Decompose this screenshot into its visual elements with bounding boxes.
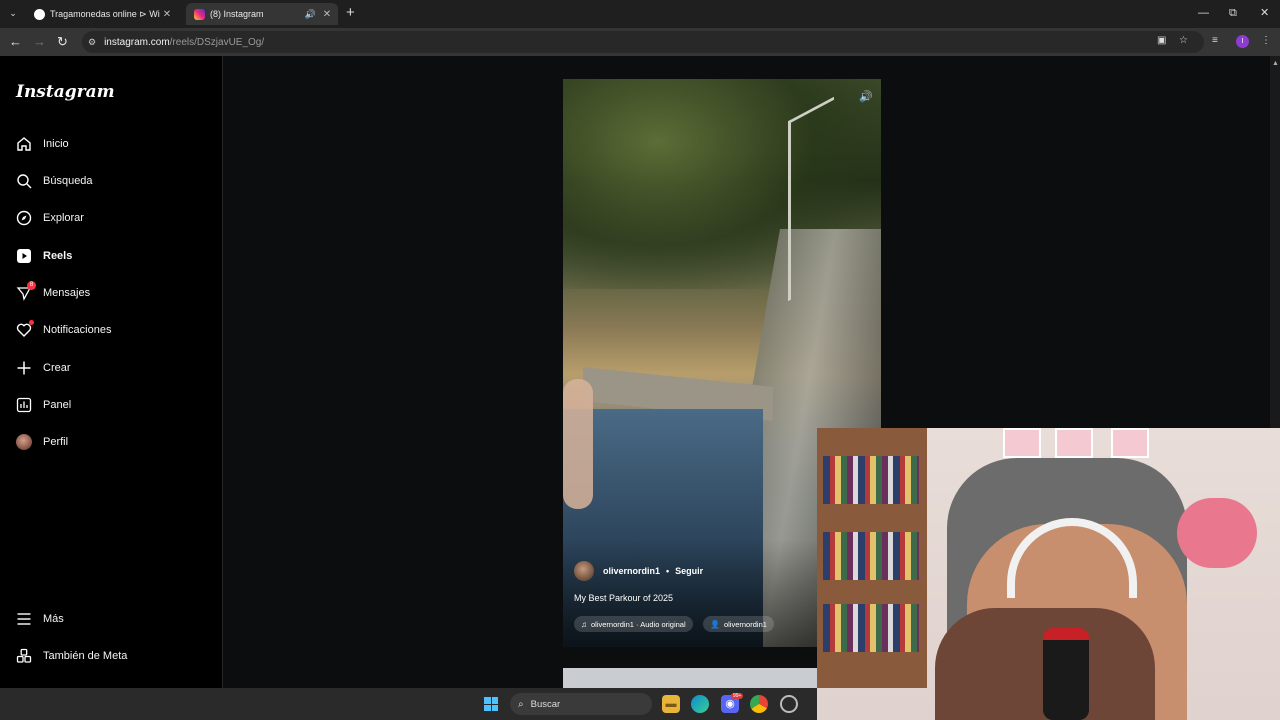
sidebar-item-panel[interactable]: Panel xyxy=(16,393,71,417)
tab-audio-icon[interactable]: 🔊 xyxy=(305,9,316,20)
search-icon xyxy=(16,173,32,189)
sidebar-item-inicio[interactable]: Inicio xyxy=(16,132,69,156)
close-tab-icon[interactable]: ✕ xyxy=(320,9,334,20)
sidebar-item-busqueda[interactable]: Búsqueda xyxy=(16,169,93,193)
chrome-icon[interactable] xyxy=(750,695,768,713)
minimize-button[interactable]: — xyxy=(1198,6,1209,20)
sidebar-item-label: Inicio xyxy=(43,138,69,150)
sidebar-item-label: Búsqueda xyxy=(43,175,93,187)
webcam-overlay xyxy=(817,428,1280,720)
avatar xyxy=(16,434,32,450)
instagram-favicon-icon xyxy=(194,8,205,20)
taskbar: ⌕ Buscar ▬ ◉ 99+ xyxy=(0,688,817,720)
taskbar-search-label: Buscar xyxy=(530,698,561,710)
sidebar-item-perfil[interactable]: Perfil xyxy=(16,430,68,454)
volume-icon[interactable]: 🔊 xyxy=(858,89,874,105)
sidebar-item-label: Mensajes xyxy=(43,287,91,299)
unread-badge: 8 xyxy=(27,281,36,290)
plush-toy xyxy=(1177,498,1257,568)
site-info-icon[interactable]: ⚙ xyxy=(88,37,96,48)
install-app-icon[interactable]: ▣ xyxy=(1157,35,1166,46)
reels-icon xyxy=(16,248,32,264)
compass-icon xyxy=(16,210,32,226)
screen: ⌄ Tragamonedas online ⊳ WineB ✕ (8) Inst… xyxy=(0,0,1280,720)
sidebar-item-label: Perfil xyxy=(43,436,69,448)
file-explorer-icon[interactable]: ▬ xyxy=(662,695,680,713)
scroll-up-arrow-icon[interactable]: ▲ xyxy=(1272,60,1279,67)
sidebar: Instagram Inicio Búsqueda Explorar Reels… xyxy=(0,56,223,688)
kebab-menu-icon[interactable]: ⋮ xyxy=(1261,35,1271,46)
tab-tragamonedas[interactable]: Tragamonedas online ⊳ WineB ✕ xyxy=(26,3,178,25)
sidebar-item-tambien-de-meta[interactable]: También de Meta xyxy=(16,644,127,668)
plus-icon xyxy=(16,360,32,376)
close-tab-icon[interactable]: ✕ xyxy=(160,9,174,20)
sidebar-item-label: También de Meta xyxy=(43,650,128,662)
messenger-icon: 8 xyxy=(16,281,36,301)
obs-icon[interactable] xyxy=(780,695,798,713)
separator: • xyxy=(666,566,670,576)
microphone xyxy=(1043,628,1089,720)
meta-icon xyxy=(16,648,32,664)
chart-icon xyxy=(16,397,32,413)
forward-arrow-icon[interactable]: → xyxy=(33,34,46,50)
sidebar-item-label: Más xyxy=(43,613,64,625)
sidebar-item-label: Notificaciones xyxy=(43,324,112,336)
back-arrow-icon[interactable]: ← xyxy=(9,34,22,50)
close-window-button[interactable]: ✕ xyxy=(1260,6,1269,20)
restore-button[interactable]: ⧉ xyxy=(1229,6,1237,20)
menu-icon xyxy=(16,611,32,627)
reel-author: olivernordin1 • Seguir xyxy=(574,561,703,581)
sidebar-item-label: Crear xyxy=(43,362,71,374)
media-controls-icon[interactable]: ≡ xyxy=(1212,35,1218,46)
reload-icon[interactable]: ↻ xyxy=(57,34,68,50)
windows-start-icon[interactable] xyxy=(484,697,498,711)
reel-caption[interactable]: My Best Parkour of 2025 xyxy=(574,593,673,603)
discord-badge: 99+ xyxy=(731,693,744,699)
sidebar-item-label: Reels xyxy=(43,250,73,262)
sidebar-item-explorar[interactable]: Explorar xyxy=(16,206,84,230)
sidebar-item-notificaciones[interactable]: Notificaciones xyxy=(16,318,111,342)
profile-avatar[interactable]: I xyxy=(1236,35,1249,48)
sidebar-item-mensajes[interactable]: 8 Mensajes xyxy=(16,281,90,305)
tab-search-button[interactable]: ⌄ xyxy=(6,6,20,20)
author-avatar[interactable] xyxy=(574,561,594,581)
sidebar-item-label: Explorar xyxy=(43,212,84,224)
audio-chip[interactable]: ♫ olivernordin1 · Audio original xyxy=(574,616,693,632)
music-note-icon: ♫ xyxy=(581,619,587,629)
person-icon: 👤 xyxy=(710,619,720,629)
audio-label: olivernordin1 · Audio original xyxy=(591,619,686,629)
author-username[interactable]: olivernordin1 xyxy=(603,566,660,576)
notification-dot xyxy=(29,320,34,325)
address-bar[interactable]: ⚙ instagram.com /reels/DSzjavUE_Og/ xyxy=(82,31,1204,53)
sidebar-item-crear[interactable]: Crear xyxy=(16,356,71,380)
edge-icon[interactable] xyxy=(691,695,709,713)
browser-tab-strip: ⌄ Tragamonedas online ⊳ WineB ✕ (8) Inst… xyxy=(0,0,1280,28)
tagged-user-label: olivernordin1 xyxy=(723,619,767,629)
bookshelf xyxy=(817,428,927,688)
browser-toolbar: ← → ↻ ⚙ instagram.com /reels/DSzjavUE_Og… xyxy=(0,28,1280,56)
url-host: instagram.com xyxy=(104,36,170,48)
tagged-user-chip[interactable]: 👤 olivernordin1 xyxy=(703,616,774,632)
new-tab-button[interactable]: + xyxy=(346,5,355,21)
tab-title: Tragamonedas online ⊳ WineB xyxy=(50,8,160,19)
home-icon xyxy=(16,136,32,152)
instagram-logo[interactable]: Instagram xyxy=(16,82,115,102)
tab-instagram[interactable]: (8) Instagram 🔊 ✕ xyxy=(186,3,338,25)
taskbar-search[interactable]: ⌕ Buscar xyxy=(510,693,652,715)
site-favicon-icon xyxy=(34,8,45,20)
sidebar-item-reels[interactable]: Reels xyxy=(16,244,72,268)
search-icon: ⌕ xyxy=(518,698,524,710)
sidebar-item-mas[interactable]: Más xyxy=(16,607,64,631)
url-path: /reels/DSzjavUE_Og/ xyxy=(169,36,265,48)
tab-title: (8) Instagram xyxy=(210,9,264,19)
heart-icon xyxy=(16,320,34,338)
sidebar-item-label: Panel xyxy=(43,399,72,411)
bookmark-star-icon[interactable]: ☆ xyxy=(1179,35,1188,46)
follow-button[interactable]: Seguir xyxy=(675,566,703,576)
